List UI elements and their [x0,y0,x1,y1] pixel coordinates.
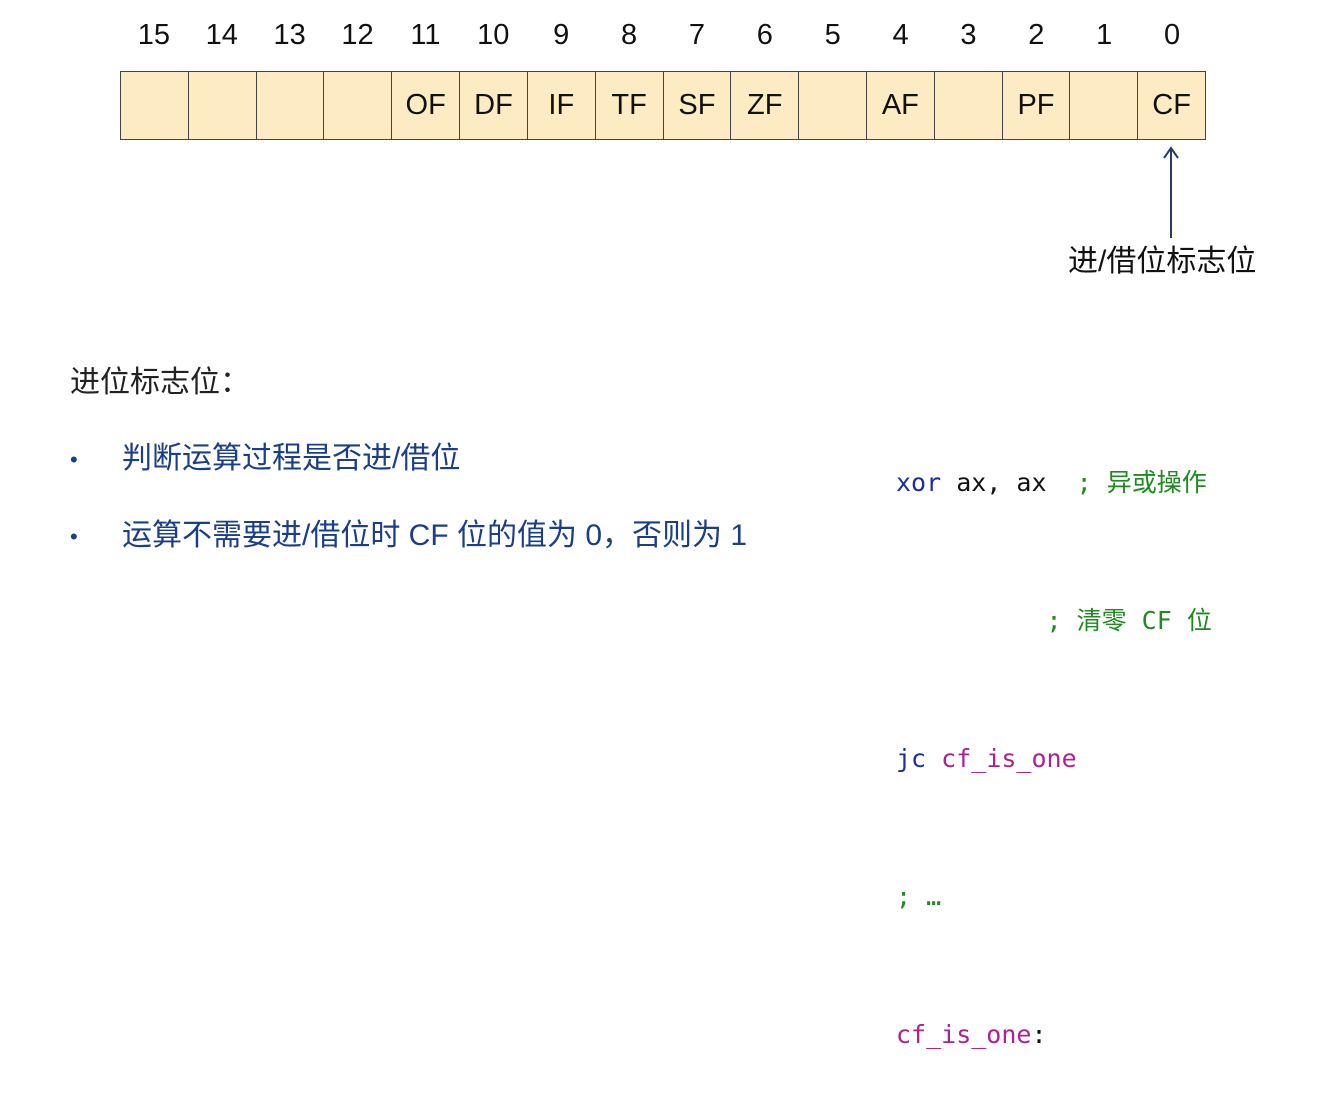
bit-number: 8 [620,19,638,51]
bit-number: 3 [960,19,977,51]
code-instruction: jc [896,744,927,773]
bit-number: 12 [341,19,374,51]
bit-number: 15 [137,19,171,51]
bit-number: 2 [1028,19,1045,51]
code-operands: ax, ax [941,468,1077,497]
flags-register: OF DF IF TF SF ZF AF PF CF [120,71,1206,140]
bullet-item: • 判断运算过程是否进/借位 [70,433,460,477]
code-colon: : [1031,1020,1047,1049]
register-cell-cf: CF [1152,89,1191,121]
code-line: ; 清零 CF 位 [896,598,1212,644]
bit-number: 7 [688,19,705,51]
register-cell [324,72,393,139]
register-cell [189,72,257,139]
code-label: cf_is_one [926,744,1077,773]
code-line: xor ax, ax ; 异或操作 [896,460,1212,506]
cf-caption: 进/借位标志位 [1068,245,1257,278]
code-instruction: xor [896,468,942,497]
code-line: ; … [896,874,1212,920]
bit-number: 11 [410,19,441,51]
bit-number: 10 [477,19,510,51]
register-cell-sf: SF [664,72,732,139]
section-heading: 进位标志位： [70,366,250,399]
bullet-item: • 运算不需要进/借位时 CF 位的值为 0，否则为 1 [70,510,747,554]
bit-number: 14 [205,19,238,51]
register-cell [121,72,189,139]
code-comment: ; … [896,882,942,911]
code-block: xor ax, ax ; 异或操作 ; 清零 CF 位 jc cf_is_one… [896,368,1212,1104]
bit-number-row: 15 14 13 12 11 10 9 8 7 6 5 4 3 2 1 0 [120,16,1206,54]
register-cell [799,72,867,139]
bullet-text: 判断运算过程是否进/借位 [122,442,461,475]
bit-number: 1 [1096,19,1113,51]
code-label: cf_is_one [896,1020,1032,1049]
register-cell [257,72,325,139]
code-line: cf_is_one: [896,1012,1212,1058]
bit-number: 6 [756,19,773,51]
register-cell-df: DF [460,72,528,139]
bullet-dot-icon: • [70,447,78,473]
register-cell-of: OF [392,72,461,139]
bit-number: 13 [273,19,306,51]
bit-number: 9 [553,19,570,51]
cf-pointer-arrow [1163,146,1179,238]
register-cell [935,72,1003,139]
bullet-text: 运算不需要进/借位时 CF 位的值为 0，否则为 1 [122,519,748,552]
register-cell-pf: PF [1003,72,1071,139]
bullet-dot-icon: • [70,524,78,550]
bit-number: 5 [824,19,841,51]
register-cell-zf: ZF [731,72,800,139]
register-cell-af: AF [867,72,935,139]
code-comment: ; 异或操作 [1076,468,1207,497]
code-line: jc cf_is_one [896,736,1212,782]
register-cell-tf: TF [596,72,664,139]
bit-number: 0 [1163,19,1181,51]
code-comment: ; 清零 CF 位 [1046,606,1212,635]
register-cell [1070,72,1139,139]
bit-number: 4 [892,19,909,51]
register-cell-if: IF [528,72,596,139]
